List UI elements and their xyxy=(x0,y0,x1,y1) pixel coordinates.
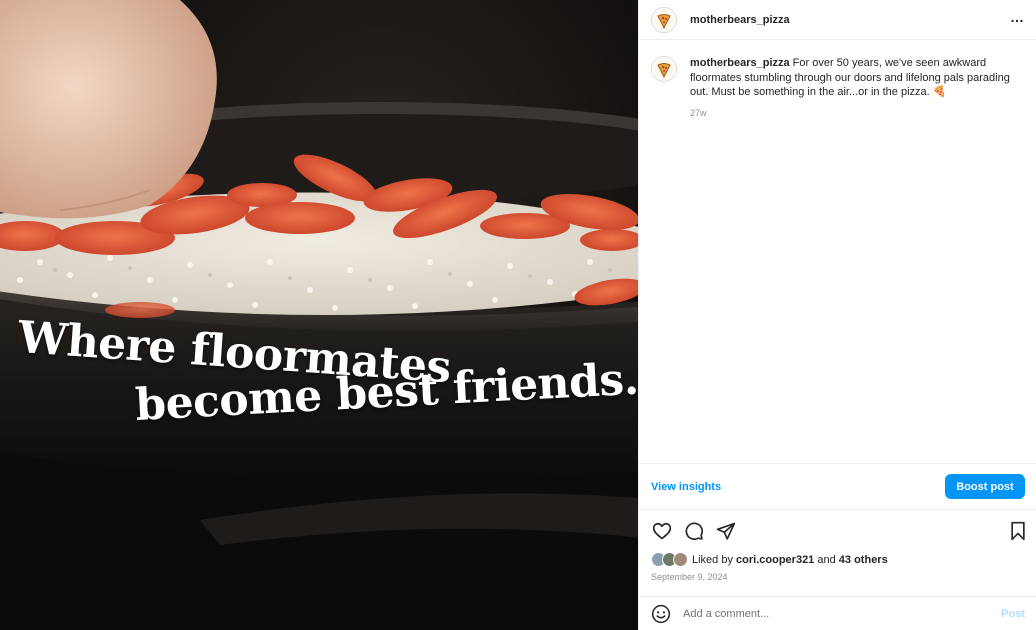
post-header: motherbears_pizza … xyxy=(639,0,1036,40)
avatar[interactable] xyxy=(651,6,677,33)
emoji-icon[interactable] xyxy=(651,604,671,624)
likes-prefix: Liked by xyxy=(692,553,733,566)
post-caption: motherbears_pizza For over 50 years, we'v… xyxy=(651,56,1031,118)
heart-icon[interactable] xyxy=(651,520,673,542)
post-comment-button[interactable]: Post xyxy=(1001,608,1025,620)
boost-post-button[interactable]: Boost post xyxy=(945,474,1025,499)
more-options-icon[interactable]: … xyxy=(1010,9,1025,31)
comment-icon[interactable] xyxy=(683,520,705,542)
caption-timestamp[interactable]: 27w xyxy=(690,108,1031,118)
pizza-logo-icon xyxy=(654,9,674,30)
post-date: September 9, 2024 xyxy=(651,572,728,582)
insights-bar: View insights Boost post xyxy=(639,463,1036,510)
comment-input[interactable] xyxy=(683,607,1002,620)
caption-body: motherbears_pizza For over 50 years, we'v… xyxy=(690,56,1031,100)
liker-avatars[interactable] xyxy=(651,552,688,567)
bookmark-icon[interactable] xyxy=(1007,520,1029,542)
share-icon[interactable] xyxy=(715,520,737,542)
likes-others-link[interactable]: 43 others xyxy=(839,554,888,566)
post-author-username[interactable]: motherbears_pizza xyxy=(690,14,790,26)
likes-joiner: and xyxy=(817,553,836,566)
liker-username[interactable]: cori.cooper321 xyxy=(736,554,814,566)
post-sidebar: motherbears_pizza … motherbears_pizza For… xyxy=(638,0,1036,630)
likes-summary: Liked by cori.cooper321 and 43 others xyxy=(651,552,888,567)
action-bar xyxy=(651,519,1029,543)
post-image[interactable]: Where floormates become best friends. xyxy=(0,0,638,630)
pizza-photo xyxy=(0,0,638,630)
pizza-emoji: 🍕 xyxy=(932,86,947,98)
caption-username[interactable]: motherbears_pizza xyxy=(690,57,790,69)
view-insights-link[interactable]: View insights xyxy=(651,481,721,493)
avatar xyxy=(673,552,688,567)
comment-bar: Post xyxy=(639,596,1036,630)
caption-avatar[interactable] xyxy=(651,56,677,82)
pizza-logo-icon xyxy=(654,59,674,79)
